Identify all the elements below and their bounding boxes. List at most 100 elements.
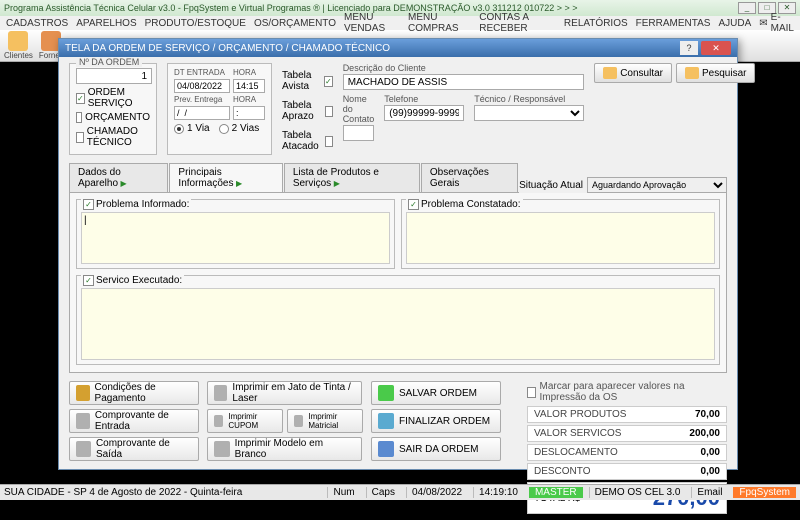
- dialog-help-button[interactable]: ?: [680, 41, 698, 55]
- status-email[interactable]: Email: [691, 487, 727, 498]
- status-time: 14:19:10: [473, 487, 523, 498]
- comprovante-saida-button[interactable]: Comprovante de Saída: [69, 437, 199, 461]
- ordem-servico-checkbox[interactable]: ✓: [76, 93, 85, 104]
- dialog-titlebar: TELA DA ORDEM DE SERVIÇO / ORÇAMENTO / C…: [59, 39, 737, 57]
- menu-os[interactable]: OS/ORÇAMENTO: [254, 18, 336, 29]
- problema-informado-group: ✓Problema Informado: |: [76, 199, 395, 269]
- arrow-right-icon: ▶: [121, 179, 127, 188]
- telefone-input[interactable]: [384, 105, 464, 121]
- menu-compras[interactable]: MENU COMPRAS: [408, 12, 471, 34]
- pesquisar-button[interactable]: Pesquisar: [676, 63, 755, 83]
- valor-desconto: 0,00: [701, 466, 720, 477]
- cliente-input[interactable]: [343, 74, 585, 90]
- imprimir-jato-button[interactable]: Imprimir em Jato de Tinta / Laser: [207, 381, 362, 405]
- tab-produtos-servicos[interactable]: Lista de Produtos e Serviços ▶: [284, 163, 420, 192]
- arrow-right-icon: ▶: [334, 179, 340, 188]
- client-group: Descrição do Cliente Nome do Contato Tel…: [343, 63, 585, 155]
- imprimir-cupom-button[interactable]: Imprimir CUPOM: [207, 409, 283, 433]
- via2-radio[interactable]: [219, 124, 229, 134]
- exit-icon: [378, 441, 394, 457]
- search-icon: [603, 67, 617, 79]
- tabela-group: Tabela Avista✓ Tabela Aprazo Tabela Atac…: [282, 63, 333, 155]
- printer-icon: [76, 413, 90, 429]
- entrada-hora-input[interactable]: [233, 79, 265, 93]
- date-group: DT ENTRADAHORA Prev. EntregaHORA 1 Via 2…: [167, 63, 272, 155]
- status-caps: Caps: [366, 487, 400, 498]
- atacado-checkbox[interactable]: [325, 136, 332, 147]
- orcamento-checkbox[interactable]: [76, 112, 82, 123]
- menubar: CADASTROS APARELHOS PRODUTO/ESTOQUE OS/O…: [0, 16, 800, 30]
- avista-checkbox[interactable]: ✓: [324, 76, 333, 87]
- coin-icon: [76, 385, 90, 401]
- tecnico-select[interactable]: [474, 105, 584, 121]
- dialog-title: TELA DA ORDEM DE SERVIÇO / ORÇAMENTO / C…: [65, 43, 680, 54]
- imprimir-matricial-button[interactable]: Imprimir Matricial: [287, 409, 363, 433]
- problema-constatado-textarea[interactable]: [406, 212, 715, 264]
- tab-bar: Dados do Aparelho ▶ Principais Informaçõ…: [69, 163, 519, 193]
- toolbar-clientes[interactable]: Clientes: [4, 31, 33, 60]
- order-number-input[interactable]: [76, 68, 152, 84]
- order-number-group: Nº DA ORDEM ✓ORDEM SERVIÇO ORÇAMENTO CHA…: [69, 63, 157, 155]
- chamado-checkbox[interactable]: [76, 132, 84, 143]
- tab-content: ✓Problema Informado: | ✓Problema Constat…: [69, 193, 727, 373]
- dialog-close-button[interactable]: ✕: [701, 41, 731, 55]
- menu-relatorios[interactable]: RELATÓRIOS: [564, 18, 628, 29]
- printer-icon: [214, 441, 230, 457]
- consultar-button[interactable]: Consultar: [594, 63, 672, 83]
- magnifier-icon: [685, 67, 699, 79]
- prob-constatado-checkbox[interactable]: ✓: [408, 199, 419, 210]
- contato-input[interactable]: [343, 125, 375, 141]
- valor-servicos: 200,00: [689, 428, 720, 439]
- via1-radio[interactable]: [174, 124, 184, 134]
- prev-date-input[interactable]: [174, 106, 230, 120]
- problema-informado-textarea[interactable]: |: [81, 212, 390, 264]
- printer-icon: [214, 385, 227, 401]
- status-fpq[interactable]: FpqSystem: [733, 487, 796, 498]
- aprazo-checkbox[interactable]: [325, 106, 333, 117]
- tab-principais-info[interactable]: Principais Informações ▶: [169, 163, 282, 192]
- menu-ajuda[interactable]: AJUDA: [718, 18, 751, 29]
- minimize-button[interactable]: _: [738, 2, 756, 14]
- status-bar: SUA CIDADE - SP 4 de Agosto de 2022 - Qu…: [0, 484, 800, 500]
- menu-produto[interactable]: PRODUTO/ESTOQUE: [145, 18, 246, 29]
- marcar-checkbox[interactable]: [527, 387, 536, 398]
- printer-icon: [294, 415, 303, 427]
- people-icon: [8, 31, 28, 51]
- salvar-ordem-button[interactable]: SALVAR ORDEM: [371, 381, 501, 405]
- status-num: Num: [327, 487, 359, 498]
- condicoes-pagamento-button[interactable]: Condições de Pagamento: [69, 381, 199, 405]
- servico-executado-group: ✓Servico Executado:: [76, 275, 720, 365]
- printer-icon: [214, 415, 223, 427]
- prev-hora-input[interactable]: [233, 106, 265, 120]
- valor-produtos: 70,00: [695, 409, 720, 420]
- problema-constatado-group: ✓Problema Constatado:: [401, 199, 720, 269]
- status-city: SUA CIDADE - SP 4 de Agosto de 2022 - Qu…: [4, 487, 242, 498]
- printer-icon: [76, 441, 91, 457]
- comprovante-entrada-button[interactable]: Comprovante de Entrada: [69, 409, 199, 433]
- menu-contas[interactable]: CONTAS A RECEBER: [479, 12, 556, 34]
- finalizar-ordem-button[interactable]: FINALIZAR ORDEM: [371, 409, 501, 433]
- finalize-icon: [378, 413, 394, 429]
- status-date: 04/08/2022: [406, 487, 467, 498]
- email-button[interactable]: ✉ E-MAIL: [759, 12, 794, 34]
- status-master: MASTER: [529, 487, 583, 498]
- sair-ordem-button[interactable]: SAIR DA ORDEM: [371, 437, 501, 461]
- menu-aparelhos[interactable]: APARELHOS: [76, 18, 136, 29]
- arrow-right-icon: ▶: [236, 179, 242, 188]
- tab-observacoes[interactable]: Observações Gerais: [421, 163, 518, 192]
- check-icon: [378, 385, 394, 401]
- menu-cadastros[interactable]: CADASTROS: [6, 18, 68, 29]
- entrada-date-input[interactable]: [174, 79, 230, 93]
- tab-dados-aparelho[interactable]: Dados do Aparelho ▶: [69, 163, 168, 192]
- serv-executado-checkbox[interactable]: ✓: [83, 275, 94, 286]
- menu-vendas[interactable]: MENU VENDAS: [344, 12, 400, 34]
- situacao-group: Situação Atual Aguardando Aprovação: [519, 177, 727, 193]
- imprimir-branco-button[interactable]: Imprimir Modelo em Branco: [207, 437, 362, 461]
- prob-informado-checkbox[interactable]: ✓: [83, 199, 94, 210]
- situacao-select[interactable]: Aguardando Aprovação: [587, 177, 727, 193]
- order-dialog: TELA DA ORDEM DE SERVIÇO / ORÇAMENTO / C…: [58, 38, 738, 470]
- valor-deslocamento: 0,00: [701, 447, 720, 458]
- servico-executado-textarea[interactable]: [81, 288, 715, 360]
- menu-ferramentas[interactable]: FERRAMENTAS: [636, 18, 711, 29]
- status-demo: DEMO OS CEL 3.0: [589, 487, 686, 498]
